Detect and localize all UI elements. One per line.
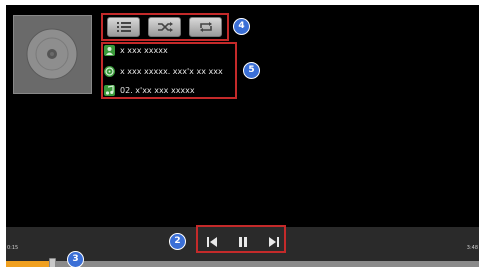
callout-badge-3: 3 [67, 251, 84, 267]
album-art [13, 15, 92, 94]
total-time: 3:48 [466, 245, 478, 251]
seek-progress-fill [6, 261, 49, 267]
callout-badge-5: 5 [243, 62, 260, 79]
callout-badge-4: 4 [233, 18, 250, 35]
elapsed-time: 0:15 [7, 245, 19, 251]
callout-badge-2: 2 [169, 233, 186, 250]
callout-box-transport [196, 225, 286, 253]
callout-box-controls [101, 13, 229, 41]
music-player-screen: x xxx xxxxx x xxx xxxxx. xxx'x xx xxx 02… [6, 5, 479, 267]
callout-box-info [101, 42, 237, 99]
cd-disc-icon [26, 28, 78, 80]
seek-thumb[interactable] [49, 258, 56, 267]
